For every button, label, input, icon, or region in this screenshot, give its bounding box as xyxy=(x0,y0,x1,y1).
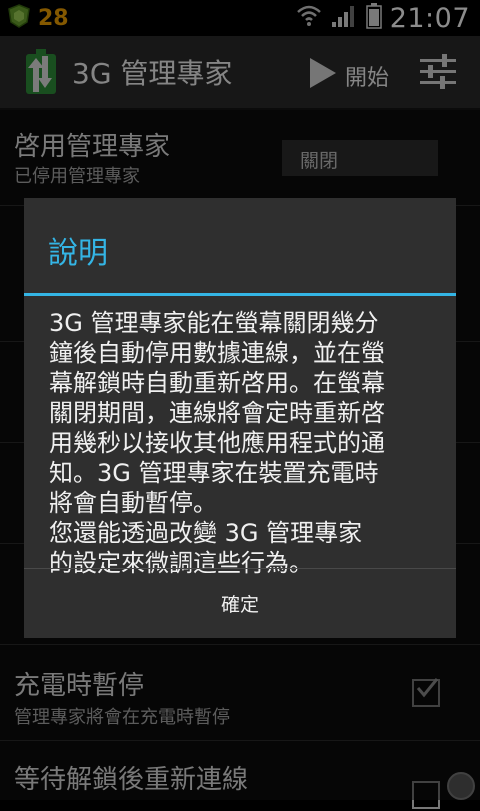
dialog-title-divider xyxy=(24,293,456,296)
dialog-title: 說明 xyxy=(48,236,108,271)
help-dialog: 說明 3G 管理專家能在螢幕關閉幾分 鐘後自動停用數據連線，並在螢 幕解鎖時自動… xyxy=(24,198,456,638)
dialog-message: 3G 管理專家能在螢幕關閉幾分 鐘後自動停用數據連線，並在螢 幕解鎖時自動重新啓… xyxy=(49,309,385,577)
ok-button[interactable]: 確定 xyxy=(24,569,456,638)
